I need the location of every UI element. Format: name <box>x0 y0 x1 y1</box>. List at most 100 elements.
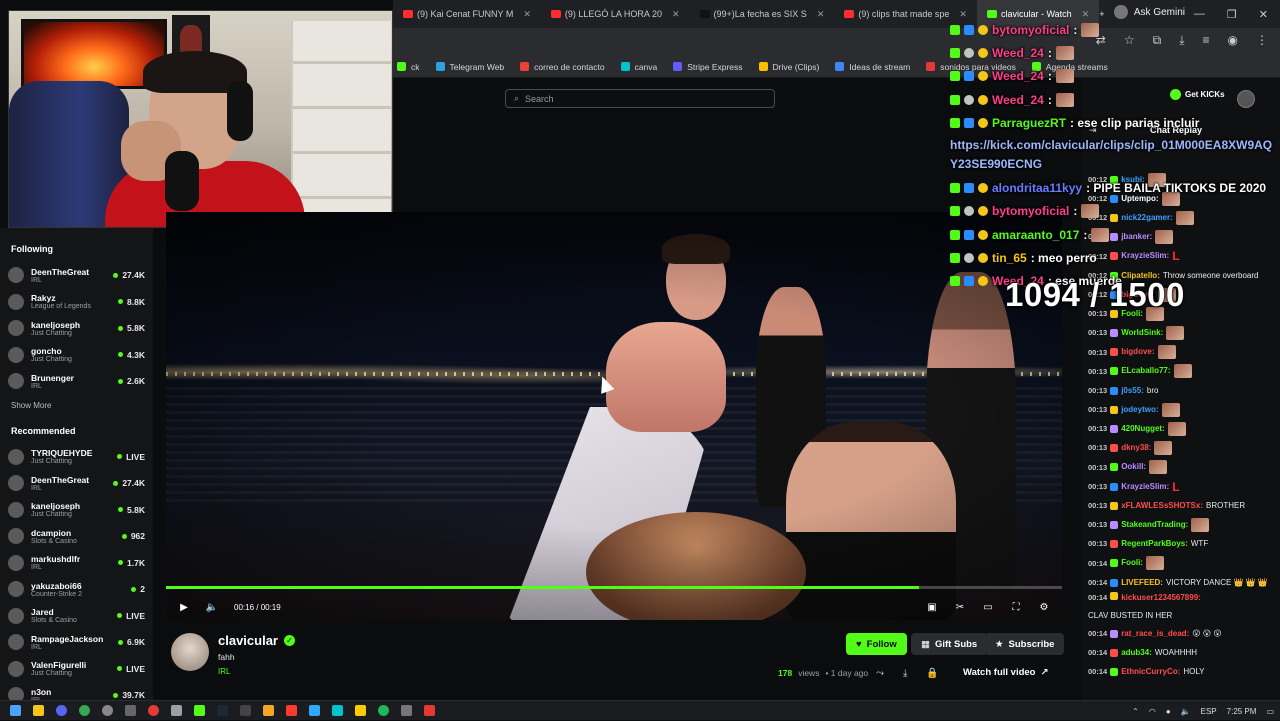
volume-icon[interactable]: 🔈 <box>206 601 218 613</box>
sidebar-channel[interactable]: Rakyz League of Legends 8.8K <box>8 289 145 316</box>
bookmark-item[interactable]: Ideas de stream <box>835 62 910 72</box>
streamer-avatar[interactable] <box>171 633 209 671</box>
streamer-name[interactable]: clavicular ✓ <box>218 633 295 648</box>
chat-username[interactable]: 420Nugget: <box>1121 425 1165 433</box>
sidebar-channel[interactable]: kaneljoseph Just Chatting 5.8K <box>8 497 145 524</box>
language-indicator[interactable]: ESP <box>1201 707 1217 716</box>
sidebar-channel[interactable]: TYRIQUEHYDE Just Chatting LIVE <box>8 444 145 471</box>
sidebar-channel[interactable]: ValenFigurelli Just Chatting LIVE <box>8 656 145 683</box>
bookmark-item[interactable]: correo de contacto <box>520 62 605 72</box>
sidebar-channel[interactable]: yakuzaboi66 Counter-Strike 2 2 <box>8 576 145 603</box>
subscriber-badge-icon <box>978 94 988 105</box>
chat-username[interactable]: Ookill: <box>1121 463 1146 471</box>
kick-icon[interactable] <box>194 705 205 716</box>
subscribe-button[interactable]: ★ Subscribe <box>985 633 1065 655</box>
sidebar-channel[interactable]: Brunenger IRL 2.6K <box>8 368 145 395</box>
app-icon[interactable] <box>286 705 297 716</box>
stream-category[interactable]: IRL <box>218 667 230 676</box>
tab-close-icon[interactable]: ✕ <box>672 9 680 20</box>
video-player[interactable] <box>166 212 1062 620</box>
share-icon[interactable]: ⤳ <box>876 668 884 679</box>
file-explorer-icon[interactable] <box>33 705 44 716</box>
speaker-icon[interactable]: 🔈 <box>1181 707 1191 716</box>
browser-tab[interactable]: (9) LLEGÓ LA HORA 20 ✕ <box>541 0 690 28</box>
chat-username[interactable]: StakeandTrading: <box>1121 520 1188 529</box>
search-input[interactable]: ⌕ Search <box>505 89 775 108</box>
sidebar-channel[interactable]: RampageJackson IRL 6.9K <box>8 629 145 656</box>
wifi-icon[interactable]: ◠ <box>1149 707 1156 716</box>
user-badge-icon <box>1110 386 1119 395</box>
settings-app-icon[interactable] <box>102 705 113 716</box>
viewer-count-value: 6.9K <box>127 637 145 648</box>
sidebar-channel[interactable]: dcampion Slots & Casino 962 <box>8 523 145 550</box>
pip-icon[interactable]: ▣ <box>926 601 938 613</box>
discord-icon[interactable] <box>56 705 67 716</box>
sidebar-channel[interactable]: Jared Slots & Casino LIVE <box>8 603 145 630</box>
sidebar-channel[interactable]: markushdlfr IRL 1.7K <box>8 550 145 577</box>
app-icon[interactable] <box>424 705 435 716</box>
app-icon[interactable] <box>332 705 343 716</box>
app-icon[interactable] <box>401 705 412 716</box>
chat-username[interactable]: xFLAWLESsSHOTSx: <box>1121 501 1203 510</box>
chat-username[interactable]: bigdove: <box>1121 348 1154 356</box>
windows-start-icon[interactable] <box>10 705 21 716</box>
chat-username[interactable]: kickuser1234567899: <box>1121 592 1201 604</box>
channel-avatar <box>8 660 24 677</box>
bookmark-item[interactable]: canva <box>620 62 657 72</box>
chat-username[interactable]: LIVEFEED: <box>1121 578 1163 587</box>
chat-username[interactable]: dkny38: <box>1121 444 1151 452</box>
gift-subs-button[interactable]: ▦ Gift Subs <box>911 633 988 655</box>
channel-name: ValenFigurelli <box>31 660 87 671</box>
tab-close-icon[interactable]: ✕ <box>523 9 531 20</box>
overlay-username: tin_65 <box>992 251 1027 266</box>
chat-username[interactable]: RegentParkBoys: <box>1121 540 1188 548</box>
mic-icon[interactable]: ● <box>1166 707 1171 716</box>
app-icon[interactable] <box>240 705 251 716</box>
watch-full-video-link[interactable]: Watch full video ↗ <box>963 667 1048 678</box>
chat-username[interactable]: rat_race_is_dead: <box>1121 629 1189 638</box>
browser-tab[interactable]: (9) Kai Cenat FUNNY M ✕ <box>393 0 541 28</box>
tab-close-icon[interactable]: ✕ <box>817 9 825 20</box>
app-icon[interactable] <box>263 705 274 716</box>
clip-icon[interactable]: ✂ <box>954 601 966 613</box>
bookmark-item[interactable]: ck <box>397 62 420 72</box>
chat-username[interactable]: adub34: <box>1121 648 1152 657</box>
chat-username[interactable]: jodeytwo: <box>1121 405 1158 414</box>
ask-gemini-button[interactable]: Ask Gemini <box>1113 5 1185 19</box>
download-vod-icon[interactable]: ⤓ <box>903 668 907 679</box>
chevron-up-icon[interactable]: ⌃ <box>1132 707 1139 716</box>
sidebar-channel[interactable]: kaneljoseph Just Chatting 5.8K <box>8 315 145 342</box>
settings-gear-icon[interactable]: ⚙ <box>1038 601 1050 613</box>
sidebar-channel[interactable]: goncho Just Chatting 4.3K <box>8 342 145 369</box>
fullscreen-icon[interactable]: ⛶ <box>1010 601 1022 613</box>
app-icon[interactable] <box>125 705 136 716</box>
clock[interactable]: 7:25 PM <box>1227 707 1257 716</box>
app-icon[interactable] <box>355 705 366 716</box>
app-icon[interactable] <box>171 705 182 716</box>
chat-username[interactable]: j0s55: <box>1121 386 1144 395</box>
show-more-link[interactable]: Show More <box>11 401 145 410</box>
bookmark-item[interactable]: Drive (Clips) <box>758 62 819 72</box>
lock-icon[interactable]: 🔒 <box>926 668 938 679</box>
chat-username[interactable]: EthnicCurryCo: <box>1121 668 1180 676</box>
chat-username[interactable]: KrayzieSlim: <box>1121 482 1169 491</box>
play-icon[interactable]: ▶ <box>178 601 190 613</box>
theater-icon[interactable]: ▭ <box>982 601 994 613</box>
browser-tab[interactable]: (99+)La fecha es SIX S ✕ <box>690 0 835 28</box>
spotify-icon[interactable] <box>378 705 389 716</box>
sidebar-channel[interactable]: DeenTheGreat IRL 27.4K <box>8 262 145 289</box>
sidebar-channel[interactable]: DeenTheGreat IRL 27.4K <box>8 470 145 497</box>
follow-button[interactable]: ♥ Follow <box>846 633 907 655</box>
chat-username[interactable]: Fooli: <box>1121 559 1143 567</box>
chat-username[interactable]: ELcaballo77: <box>1121 367 1170 375</box>
bookmark-item[interactable]: Stripe Express <box>673 62 743 72</box>
chrome-icon[interactable] <box>79 705 90 716</box>
steam-icon[interactable] <box>217 705 228 716</box>
obs-icon[interactable] <box>148 705 159 716</box>
overlay-username: bytomyoficial <box>992 22 1070 37</box>
photoshop-icon[interactable] <box>309 705 320 716</box>
chat-username[interactable]: WorldSink: <box>1121 329 1163 337</box>
bookmark-item[interactable]: Telegram Web <box>435 62 504 72</box>
notifications-icon[interactable]: ▭ <box>1266 707 1274 716</box>
chat-message: 00:14 kickuser1234567899: CLAV BUSTED IN H… <box>1088 592 1274 624</box>
